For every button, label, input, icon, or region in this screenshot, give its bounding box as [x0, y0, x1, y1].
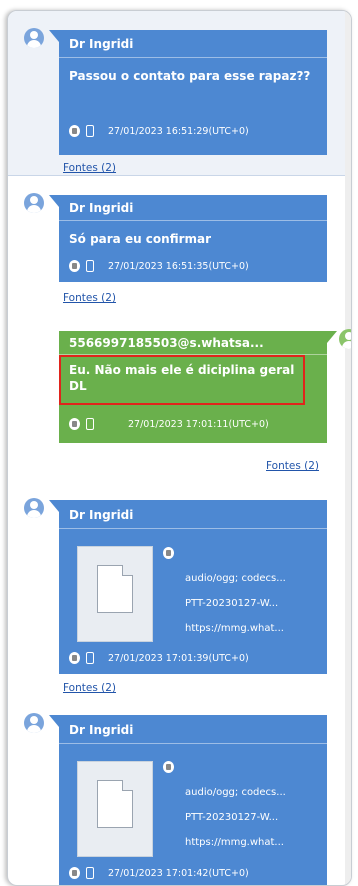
avatar-icon — [24, 193, 44, 213]
message-meta: 27/01/2023 16:51:29(UTC+0) — [69, 122, 319, 140]
message-bubble[interactable]: Dr Ingridi Só para eu confirmar 27/01/20… — [49, 195, 327, 282]
timestamp: 27/01/2023 17:01:42(UTC+0) — [108, 867, 249, 879]
message-bubble[interactable]: Dr Ingridi audio/ogg; codecs... PTT-2023… — [49, 500, 327, 674]
bubble-tail — [49, 30, 59, 42]
message-text: Só para eu confirmar — [69, 232, 212, 246]
bubble-tail — [49, 500, 59, 512]
trash-icon — [69, 125, 80, 137]
trash-icon — [163, 761, 174, 773]
timestamp: 27/01/2023 16:51:29(UTC+0) — [108, 125, 249, 137]
attachment-thumbnail[interactable] — [77, 546, 153, 642]
message-meta: 27/01/2023 17:01:42(UTC+0) — [69, 864, 319, 882]
attachment-url[interactable]: https://mmg.what... — [185, 623, 284, 634]
sender-name: Dr Ingridi — [69, 201, 134, 215]
avatar-icon — [24, 713, 44, 733]
phone-icon — [86, 260, 94, 272]
document-icon — [97, 565, 133, 613]
sources-link[interactable]: Fontes (2) — [266, 460, 319, 472]
sources-link[interactable]: Fontes (2) — [63, 292, 116, 304]
attachment-mime: audio/ogg; codecs... — [185, 573, 286, 584]
avatar-icon — [24, 28, 44, 48]
message-bubble[interactable]: 5566997185503@s.whatsa... Eu. Não mais e… — [59, 331, 337, 443]
trash-icon — [69, 867, 80, 879]
bubble-tail — [327, 331, 337, 343]
bubble-divider — [59, 528, 327, 529]
bubble-tail — [49, 195, 59, 207]
timestamp: 27/01/2023 16:51:35(UTC+0) — [108, 260, 249, 272]
avatar-icon — [339, 329, 351, 349]
phone-icon — [86, 125, 94, 137]
phone-icon — [86, 418, 94, 430]
trash-icon — [69, 652, 80, 664]
attachment-mime: audio/ogg; codecs... — [185, 787, 286, 798]
avatar-icon — [24, 498, 44, 518]
message-bubble[interactable]: Dr Ingridi audio/ogg; codecs... PTT-2023… — [49, 715, 327, 885]
message-bubble[interactable]: Dr Ingridi Passou o contato para esse ra… — [49, 30, 327, 155]
message-text: Eu. Não mais ele é diciplina geral DL — [69, 363, 295, 393]
message-meta: 27/01/2023 17:01:39(UTC+0) — [69, 649, 319, 667]
trash-icon — [69, 418, 80, 430]
phone-icon — [86, 652, 94, 664]
trash-icon — [163, 547, 174, 559]
attachment-thumbnail[interactable] — [77, 761, 153, 857]
message-meta: 27/01/2023 16:51:35(UTC+0) — [69, 257, 319, 275]
timestamp: 27/01/2023 17:01:11(UTC+0) — [128, 418, 269, 430]
sender-name: Dr Ingridi — [69, 37, 134, 51]
attachment-filename: PTT-20230127-W... — [185, 598, 279, 609]
bubble-divider — [59, 743, 327, 744]
message-text: Passou o contato para esse rapaz?? — [69, 69, 311, 83]
sources-link[interactable]: Fontes (2) — [63, 682, 116, 694]
sender-name: Dr Ingridi — [69, 508, 134, 522]
attachment-filename: PTT-20230127-W... — [185, 812, 279, 823]
bubble-divider — [59, 57, 327, 58]
trash-icon — [69, 260, 80, 272]
document-icon — [97, 780, 133, 828]
sender-name: Dr Ingridi — [69, 723, 134, 737]
scrollbar[interactable] — [345, 11, 351, 885]
sender-name: 5566997185503@s.whatsa... — [69, 336, 264, 350]
timestamp: 27/01/2023 17:01:39(UTC+0) — [108, 652, 249, 664]
attachment-url[interactable]: https://mmg.what... — [185, 837, 284, 848]
chat-panel: Dr Ingridi Passou o contato para esse ra… — [7, 10, 352, 886]
bubble-tail — [49, 715, 59, 727]
message-meta: 27/01/2023 17:01:11(UTC+0) — [69, 415, 319, 433]
phone-icon — [86, 867, 94, 879]
sources-link[interactable]: Fontes (2) — [63, 162, 116, 174]
bubble-divider — [59, 220, 327, 221]
